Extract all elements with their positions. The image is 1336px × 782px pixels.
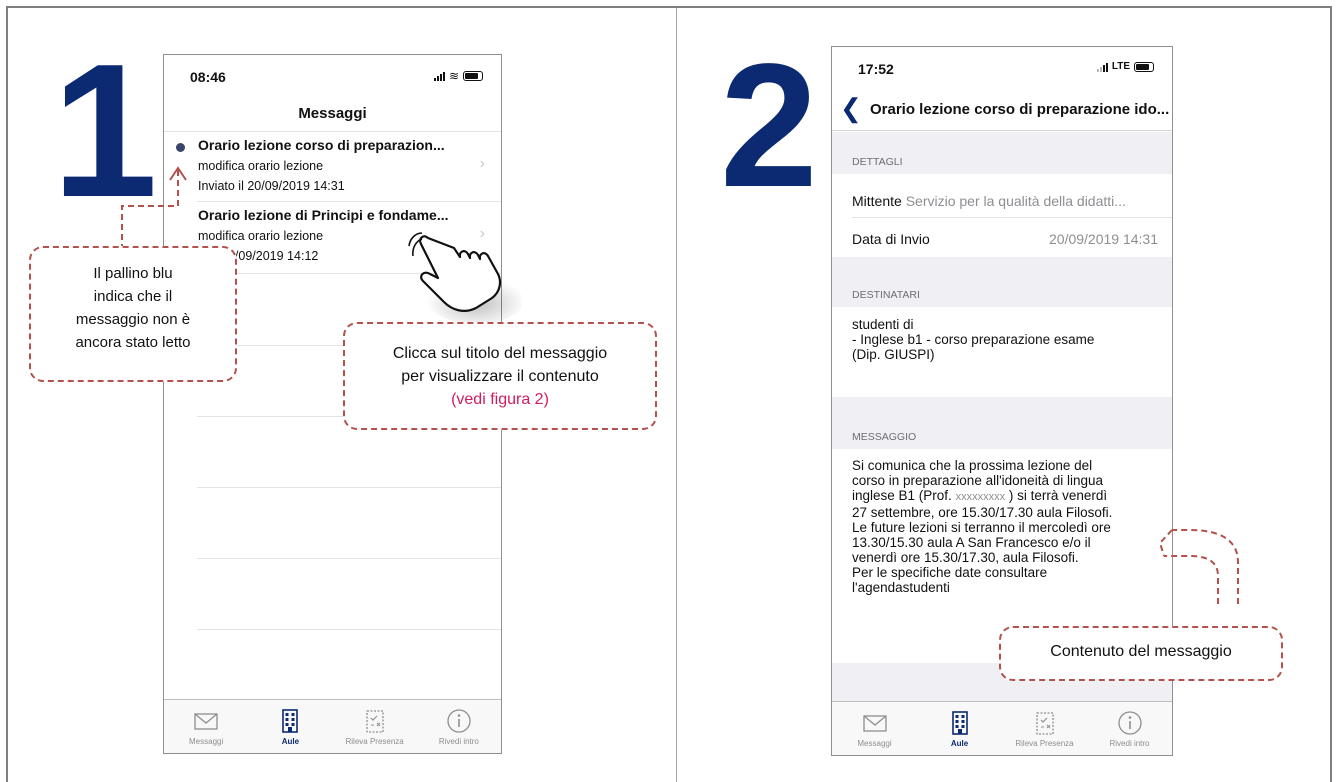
battery-icon	[1134, 61, 1154, 72]
tab-messaggi[interactable]: Messaggi	[164, 700, 248, 753]
tab-label: Rivedi intro	[1109, 739, 1150, 748]
nav-divider	[164, 131, 501, 132]
message-line: Si comunica che la prossima lezione del	[852, 458, 1093, 473]
callout-message-content: Contenuto del messaggio	[999, 626, 1283, 681]
chevron-right-icon: ›	[479, 155, 485, 172]
callout-line: ancora stato letto	[75, 334, 191, 351]
date-label: Data di Invio	[852, 231, 930, 247]
callout-line: per visualizzare il contenuto	[401, 368, 599, 385]
recipients-line: - Inglese b1 - corso preparazione esame	[852, 332, 1095, 347]
tab-rileva-presenza[interactable]: Rileva Presenza	[1002, 702, 1087, 755]
status-time: 17:52	[858, 61, 894, 77]
message-text: ) si terrà venerdì	[1008, 488, 1108, 503]
envelope-icon	[862, 715, 887, 732]
network-type: LTE	[1111, 61, 1130, 72]
back-chevron-icon[interactable]: ❮	[840, 95, 862, 121]
callout-line: messaggio non è	[75, 311, 191, 328]
callout-line: Clicca sul titolo del messaggio	[392, 345, 608, 362]
panel-divider	[676, 8, 677, 782]
message-item-1[interactable]: Orario lezione corso di preparazion... m…	[164, 133, 501, 207]
message-line: Per le specifiche date consultare	[852, 565, 1048, 580]
recipients-line: (Dip. GIUSPI)	[852, 347, 935, 362]
message-line: l'agendastudenti	[852, 580, 950, 595]
sender-value: Servizio per la qualità della didatti...	[905, 193, 1126, 209]
status-icons: LTE	[1096, 61, 1154, 72]
message-body: Si comunica che la prossima lezione del …	[852, 458, 1170, 595]
tab-bar: Messaggi Aule Rileva Presenza Rivedi int…	[832, 701, 1172, 755]
wifi-icon: ≋	[448, 69, 459, 83]
section-header-destinatari: DESTINATARI	[832, 257, 1172, 307]
tab-rileva-presenza[interactable]: Rileva Presenza	[333, 700, 417, 753]
recipients-line: studenti di	[852, 317, 914, 332]
tab-rivedi-intro[interactable]: Rivedi intro	[1087, 702, 1172, 755]
date-value: 20/09/2019 14:31	[1049, 231, 1158, 247]
callout-unread-dot: Il pallino blu indica che il messaggio n…	[29, 246, 237, 382]
building-icon	[951, 711, 968, 735]
message-line: venerdì ore 15.30/17.30, aula Filosofi.	[852, 550, 1079, 565]
tab-aule[interactable]: Aule	[917, 702, 1002, 755]
message-line: Le future lezioni si terranno il mercole…	[852, 520, 1111, 535]
tab-label: Aule	[950, 739, 969, 748]
message-date: Inviato il 20/09/2019 14:31	[198, 179, 345, 193]
unread-dot-icon	[176, 143, 185, 152]
message-line: corso in preparazione all'idoneità di li…	[852, 473, 1103, 488]
message-title: Orario lezione di Principi e fondame...	[198, 207, 449, 223]
status-bar: 17:52 LTE	[832, 47, 1172, 85]
navigation-bar: ❮ Orario lezione corso di preparazione i…	[832, 87, 1172, 131]
curved-arrow-icon	[1158, 529, 1239, 604]
callout-line: Il pallino blu	[93, 265, 173, 282]
tab-aule[interactable]: Aule	[248, 700, 332, 753]
message-title: Orario lezione corso di preparazione ido…	[870, 101, 1170, 118]
info-icon	[1117, 711, 1142, 735]
figure-reference-link[interactable]: (vedi figura 2)	[345, 388, 655, 411]
tab-messaggi[interactable]: Messaggi	[832, 702, 917, 755]
tab-rivedi-intro[interactable]: Rivedi intro	[417, 700, 501, 753]
tab-label: Messaggi	[857, 739, 892, 748]
section-label: DETTAGLI	[852, 156, 903, 168]
section-label: DESTINATARI	[852, 289, 920, 301]
recipients-text: studenti di - Inglese b1 - corso prepara…	[852, 317, 1170, 362]
status-icons: ≋	[433, 69, 483, 83]
clipboard-check-icon	[1035, 712, 1054, 735]
row-divider	[197, 558, 501, 559]
section-header-messaggio: MESSAGGIO	[832, 397, 1172, 449]
sender-row: Mittente Servizio per la qualità della d…	[852, 193, 1126, 209]
callout-click-title: Clicca sul titolo del messaggio per visu…	[343, 322, 657, 430]
masked-name: xxxxxxxxx	[955, 491, 1006, 503]
signal-icon	[433, 71, 445, 81]
info-icon	[447, 709, 471, 733]
message-line: inglese B1 (Prof. xxxxxxxxx ) si terrà v…	[852, 488, 1170, 505]
row-divider	[852, 217, 1172, 218]
row-divider	[197, 201, 501, 202]
signal-icon	[1096, 62, 1108, 72]
tab-label: Rivedi intro	[438, 737, 479, 746]
step-number-2: 2	[720, 28, 818, 224]
battery-icon	[463, 71, 483, 81]
message-subtitle: modifica orario lezione	[198, 229, 324, 243]
tab-bar: Messaggi Aule Rileva Presenza Rivedi int…	[164, 699, 501, 753]
status-bar: 08:46 ≋	[164, 55, 501, 93]
message-title: Orario lezione corso di preparazion...	[198, 137, 445, 153]
status-time: 08:46	[190, 69, 226, 85]
hand-pointer-icon	[408, 232, 522, 324]
tab-label: Rileva Presenza	[1015, 739, 1074, 748]
row-divider	[197, 629, 501, 630]
section-header-dettagli: DETTAGLI	[832, 132, 1172, 174]
envelope-icon	[194, 713, 218, 730]
clipboard-check-icon	[365, 710, 384, 733]
section-label: MESSAGGIO	[852, 431, 917, 443]
page-title: Messaggi	[298, 105, 367, 122]
message-text: inglese B1 (Prof.	[852, 488, 952, 503]
row-divider	[197, 487, 501, 488]
callout-line: indica che il	[93, 288, 173, 305]
tab-label: Messaggi	[189, 737, 224, 746]
pointer-arrow-icon	[121, 166, 187, 250]
tab-label: Aule	[281, 737, 300, 746]
sender-label: Mittente	[852, 193, 902, 209]
message-line: 13.30/15.30 aula A San Francesco e/o il	[852, 535, 1091, 550]
building-icon	[282, 709, 299, 733]
tab-label: Rileva Presenza	[345, 737, 404, 746]
message-subtitle: modifica orario lezione	[198, 159, 324, 173]
message-line: 27 settembre, ore 15.30/17.30 aula Filos…	[852, 505, 1113, 520]
